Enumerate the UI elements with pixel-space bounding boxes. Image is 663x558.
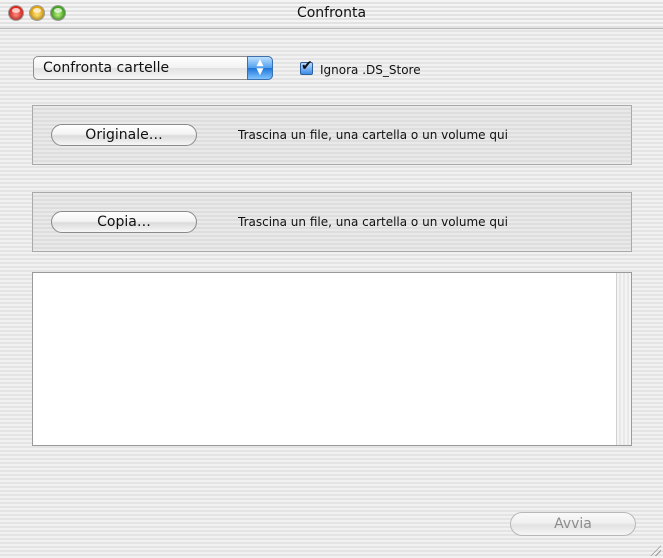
start-button[interactable]: Avvia [510,512,636,536]
compare-mode-popup[interactable]: Confronta cartelle ▲ ▼ [33,56,273,80]
up-down-arrows-icon: ▲ ▼ [247,56,273,80]
original-button[interactable]: Originale… [51,124,197,146]
copy-drop-hint: Trascina un file, una cartella o un volu… [238,215,508,229]
compare-mode-selected: Confronta cartelle [43,60,170,76]
original-drop-zone[interactable]: Originale… Trascina un file, una cartell… [32,105,632,165]
compare-window: Confronta Confronta cartelle ▲▼ Ignora .… [0,0,663,558]
copy-button[interactable]: Copia… [51,211,197,233]
resize-grip-icon[interactable] [649,544,661,556]
ignore-ds-store-checkbox[interactable] [300,58,313,75]
original-drop-hint: Trascina un file, una cartella o un volu… [238,128,508,142]
window-title: Confronta [296,5,367,21]
results-list[interactable] [32,272,632,446]
title-bar[interactable]: Confronta [0,0,663,29]
copy-drop-zone[interactable]: Copia… Trascina un file, una cartella o … [32,192,632,252]
ignore-ds-store-label[interactable]: Ignora .DS_Store [320,63,421,77]
results-scrollbar[interactable] [616,273,631,445]
